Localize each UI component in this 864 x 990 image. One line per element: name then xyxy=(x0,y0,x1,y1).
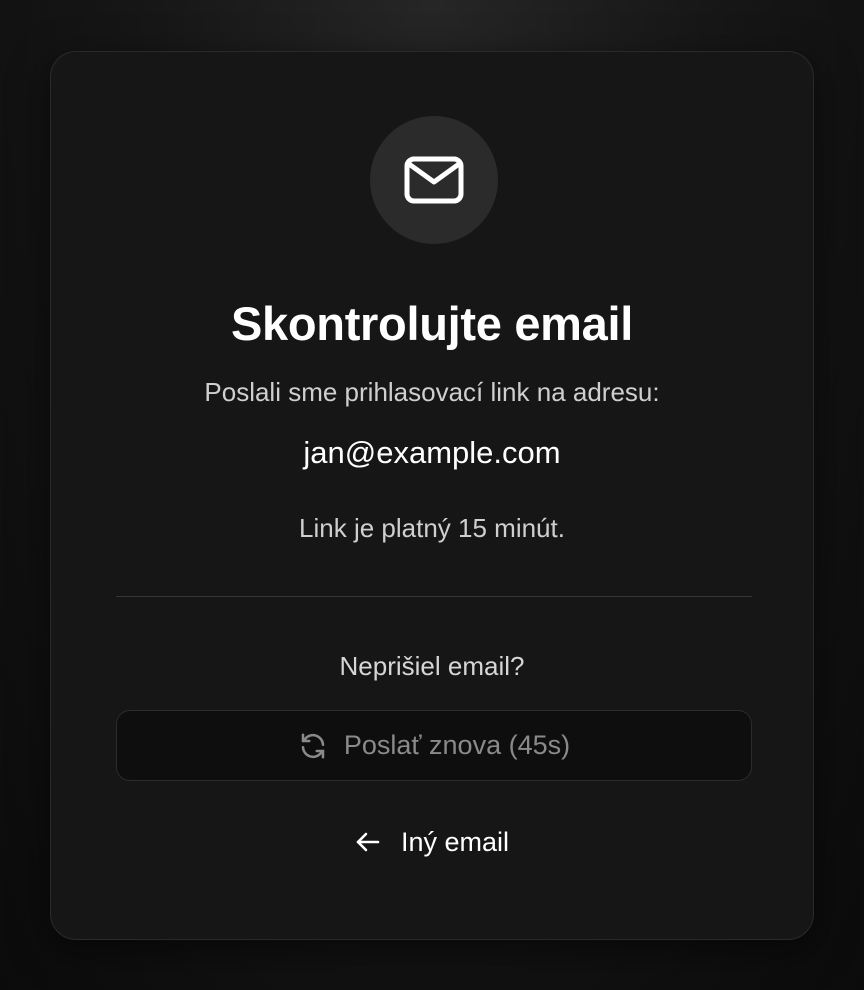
verification-card: Skontrolujte email Poslali sme prihlasov… xyxy=(50,51,814,940)
email-address: jan@example.com xyxy=(303,435,561,470)
divider xyxy=(116,596,752,597)
resend-button-label: Poslať znova (45s) xyxy=(343,730,571,760)
other-email-label: Iný email xyxy=(400,826,510,857)
sent-notice: Poslali sme prihlasovací link na adresu: xyxy=(204,377,660,407)
resend-button[interactable]: Poslať znova (45s) xyxy=(116,710,752,781)
page-title: Skontrolujte email xyxy=(230,297,634,350)
arrow-left-icon xyxy=(355,830,381,854)
no-email-prompt: Neprišiel email? xyxy=(339,651,525,681)
refresh-icon xyxy=(298,731,328,761)
link-validity-notice: Link je platný 15 minút. xyxy=(299,513,565,543)
mail-icon-badge xyxy=(370,116,498,244)
other-email-link[interactable]: Iný email xyxy=(51,822,813,862)
mail-icon xyxy=(404,156,464,204)
